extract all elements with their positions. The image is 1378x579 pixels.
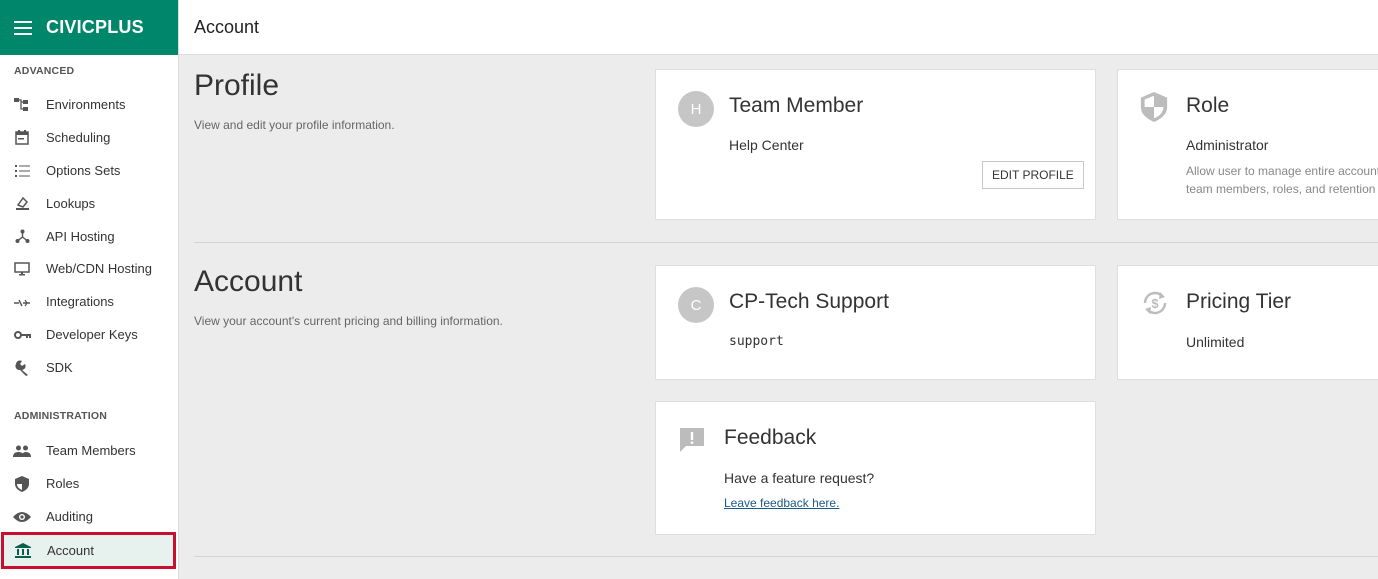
bank-icon <box>14 542 32 560</box>
shield-icon <box>1140 92 1170 122</box>
sidebar-item-label: Web/CDN Hosting <box>46 261 152 276</box>
list-icon <box>13 162 31 180</box>
sidebar-item-label: Auditing <box>46 509 93 524</box>
team-member-card: H Team Member Help Center EDIT PROFILE <box>655 69 1096 220</box>
profile-section-description: View and edit your profile information. <box>194 118 395 132</box>
section-divider <box>194 556 1378 557</box>
section-divider <box>194 242 1378 243</box>
sidebar-item-sdk[interactable]: SDK <box>0 351 178 384</box>
sidebar-item-options-sets[interactable]: Options Sets <box>0 154 178 187</box>
sidebar-item-developer-keys[interactable]: Developer Keys <box>0 318 178 351</box>
sidebar-item-environments[interactable]: Environments <box>0 88 178 121</box>
account-section-description: View your account's current pricing and … <box>194 314 503 328</box>
sidebar-item-web-cdn-hosting[interactable]: Web/CDN Hosting <box>0 252 178 285</box>
sidebar-item-integrations[interactable]: Integrations <box>0 285 178 318</box>
key-icon <box>13 326 31 344</box>
sidebar-item-label: Scheduling <box>46 130 111 145</box>
sidebar-item-team-members[interactable]: Team Members <box>0 434 178 467</box>
people-icon <box>13 442 31 460</box>
lookups-icon <box>13 195 31 213</box>
sidebar-item-scheduling[interactable]: Scheduling <box>0 121 178 154</box>
top-header: Account <box>179 0 1378 55</box>
sidebar-item-label: Developer Keys <box>46 327 138 342</box>
sidebar-item-label: SDK <box>46 360 73 375</box>
feedback-question: Have a feature request? <box>724 470 875 486</box>
role-card-title: Role <box>1186 94 1230 117</box>
pricing-tier-card: $ Pricing Tier Unlimited <box>1117 265 1378 380</box>
section-title-administration: ADMINISTRATION <box>14 410 108 422</box>
shield-icon <box>13 475 31 493</box>
leave-feedback-link[interactable]: Leave feedback here. <box>724 496 839 510</box>
monitor-icon <box>13 260 31 278</box>
section-title-advanced: ADVANCED <box>14 65 75 77</box>
sidebar-item-auditing[interactable]: Auditing <box>0 500 178 533</box>
api-hosting-icon <box>13 228 31 246</box>
feedback-card-title: Feedback <box>724 426 817 449</box>
feedback-card: Feedback Have a feature request? Leave f… <box>655 401 1096 535</box>
sidebar-item-api-hosting[interactable]: API Hosting <box>0 220 178 253</box>
feedback-icon <box>678 426 708 456</box>
sidebar-item-label: Lookups <box>46 196 96 211</box>
sidebar: CIVICPLUS ADVANCED Environments Scheduli… <box>0 0 179 579</box>
role-description-line-1: Allow user to manage entire account <box>1186 164 1378 178</box>
profile-section-title: Profile <box>194 69 280 102</box>
sidebar-item-roles[interactable]: Roles <box>0 467 178 500</box>
sidebar-item-account[interactable]: Account <box>1 532 176 569</box>
pricing-tier-card-title: Pricing Tier <box>1186 290 1292 313</box>
pricing-sync-icon: $ <box>1140 288 1170 318</box>
sidebar-item-label: Options Sets <box>46 163 121 178</box>
wrench-icon <box>13 359 31 377</box>
role-description-line-2: team members, roles, and retention <box>1186 182 1376 196</box>
brand-bar: CIVICPLUS <box>0 0 178 55</box>
calendar-icon <box>13 129 31 147</box>
edit-profile-button[interactable]: EDIT PROFILE <box>982 161 1084 189</box>
eye-icon <box>13 508 31 526</box>
main-content: Profile View and edit your profile infor… <box>179 56 1378 579</box>
role-card: Role Administrator Allow user to manage … <box>1117 69 1378 220</box>
support-username: support <box>729 334 784 349</box>
team-member-name: Help Center <box>729 137 804 153</box>
account-section-title: Account <box>194 265 303 298</box>
support-card-title: CP-Tech Support <box>729 290 889 313</box>
role-name: Administrator <box>1186 137 1269 153</box>
integrations-icon <box>13 293 31 311</box>
sidebar-item-label: Team Members <box>46 443 136 458</box>
sidebar-item-label: Account <box>47 543 94 558</box>
svg-text:$: $ <box>1151 296 1159 311</box>
brand-name: CIVICPLUS <box>46 17 144 37</box>
avatar: C <box>678 287 714 323</box>
sidebar-item-lookups[interactable]: Lookups <box>0 187 178 220</box>
hamburger-menu-icon[interactable] <box>14 20 32 35</box>
sidebar-item-label: Environments <box>46 97 126 112</box>
avatar: H <box>678 91 714 127</box>
support-card: C CP-Tech Support support <box>655 265 1096 380</box>
team-member-card-title: Team Member <box>729 94 864 117</box>
sidebar-item-label: API Hosting <box>46 229 115 244</box>
sidebar-item-label: Roles <box>46 476 80 491</box>
page-title: Account <box>194 16 260 37</box>
pricing-tier-value: Unlimited <box>1186 334 1245 350</box>
environments-icon <box>13 96 31 114</box>
sidebar-item-label: Integrations <box>46 294 114 309</box>
